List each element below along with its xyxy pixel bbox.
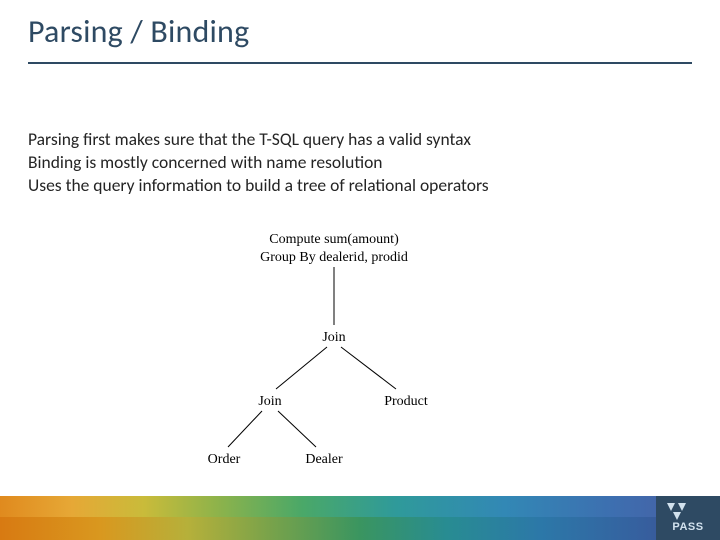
node-dealer: Dealer: [305, 452, 343, 467]
footer-gradient-band: PASS: [0, 496, 720, 540]
pass-logo-text: PASS: [672, 521, 703, 533]
pass-logo-shape-icon: [667, 503, 686, 520]
node-join-top: Join: [322, 330, 345, 345]
pass-logo: PASS: [656, 496, 720, 540]
body-line-1: Parsing first makes sure that the T-SQL …: [28, 128, 692, 151]
edge-joinleft-dealer: [278, 411, 316, 447]
pass-logo-svg: PASS: [661, 501, 715, 535]
body-line-2: Binding is mostly concerned with name re…: [28, 151, 692, 174]
title-underline: [28, 62, 692, 64]
footer-stripe-bottom: [0, 517, 720, 540]
node-product: Product: [384, 394, 428, 409]
node-order: Order: [208, 452, 241, 467]
operator-tree-diagram: Compute sum(amount) Group By dealerid, p…: [184, 225, 504, 475]
node-compute: Compute sum(amount): [269, 232, 399, 247]
slide-title: Parsing / Binding: [28, 12, 249, 51]
body-text-block: Parsing first makes sure that the T-SQL …: [28, 128, 692, 197]
node-groupby: Group By dealerid, prodid: [260, 250, 408, 265]
edge-join-joinleft: [276, 347, 327, 389]
body-line-3: Uses the query information to build a tr…: [28, 174, 692, 197]
edge-joinleft-order: [228, 411, 262, 447]
operator-tree-svg: Compute sum(amount) Group By dealerid, p…: [184, 225, 504, 475]
node-join-left: Join: [258, 394, 281, 409]
slide: Parsing / Binding Parsing first makes su…: [0, 0, 720, 540]
edge-join-product: [341, 347, 396, 389]
footer-stripe-top: [0, 496, 720, 518]
